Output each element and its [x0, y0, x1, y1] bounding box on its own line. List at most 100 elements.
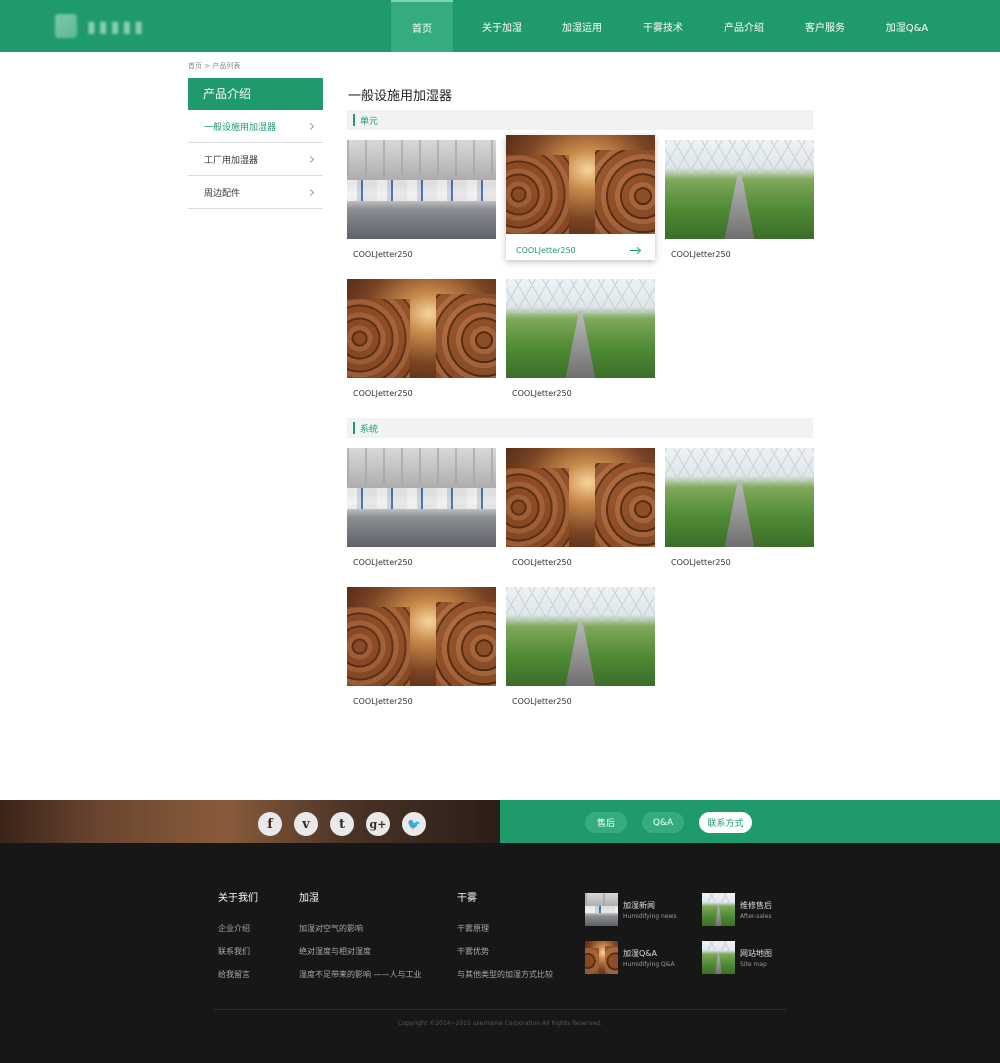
product-card[interactable]: COOLJetter250 — [347, 279, 496, 400]
twitter-icon[interactable]: 🐦 — [402, 812, 426, 836]
product-card[interactable]: COOLJetter250 — [506, 279, 655, 400]
section-accent — [353, 422, 355, 434]
product-name: COOLJetter250 — [353, 697, 413, 706]
footer-link[interactable]: 联系我们 — [218, 946, 258, 957]
footer-info-after-sales[interactable]: 维修售后 After-sales — [702, 893, 772, 926]
google-plus-icon[interactable]: g+ — [366, 812, 390, 836]
sidebar-item-factory-humidifier[interactable]: 工厂用加湿器 — [188, 143, 323, 176]
footer-info-news[interactable]: 加湿新闻 Humidifying news — [585, 893, 677, 926]
product-name: COOLJetter250 — [353, 389, 413, 398]
section-accent — [353, 114, 355, 126]
footer-info-qa[interactable]: 加湿Q&A Humidifying Q&A — [585, 941, 675, 974]
footer-link[interactable]: 绝对湿度与相对湿度 — [299, 946, 422, 957]
footer-column-title: 关于我们 — [218, 893, 258, 904]
sidebar-item-accessories[interactable]: 周边配件 — [188, 176, 323, 209]
contact-button[interactable]: 联系方式 — [699, 812, 752, 833]
product-image — [347, 448, 496, 547]
nav-item-about-humidifying[interactable]: 关于加湿 — [453, 0, 551, 52]
nav-item-applications[interactable]: 加湿运用 — [551, 0, 613, 52]
facebook-icon[interactable]: f — [258, 812, 282, 836]
qa-thumbnail — [585, 941, 618, 974]
logo-wordmark: ▮▮▮▮▮ — [87, 16, 147, 36]
product-image — [506, 279, 655, 378]
footer-column-humidify: 加湿 加湿对空气的影响 绝对湿度与相对湿度 湿度不足带来的影响 ——人与工业 — [299, 889, 422, 992]
section-header-units: 单元 — [347, 110, 813, 130]
product-card[interactable]: COOLJetter250 — [347, 140, 496, 261]
sidebar-menu: 一般设施用加湿器 工厂用加湿器 周边配件 — [188, 110, 323, 209]
product-image — [506, 448, 655, 547]
section-label: 系统 — [360, 425, 379, 435]
product-card[interactable]: COOLJetter250 — [665, 448, 814, 569]
news-thumbnail — [585, 893, 618, 926]
footer-column-title: 干雾 — [457, 893, 477, 904]
product-name: COOLJetter250 — [516, 245, 576, 255]
after-sales-thumbnail — [702, 893, 735, 926]
product-card[interactable]: COOLJetter250 — [665, 140, 814, 261]
nav-item-service[interactable]: 客户服务 — [775, 0, 875, 52]
product-card-hover[interactable]: COOLJetter250 — [506, 135, 655, 260]
top-navigation-bar: ▮▮▮▮▮ 首页 关于加湿 加湿运用 干雾技术 产品介绍 客户服务 加湿Q&A — [0, 0, 1000, 52]
footer-info-sitemap[interactable]: 网站地图 Site map — [702, 941, 772, 974]
sitemap-thumbnail — [702, 941, 735, 974]
footer-link[interactable]: 企业介绍 — [218, 923, 258, 934]
qa-button[interactable]: Q&A — [642, 812, 684, 833]
chevron-right-icon — [306, 122, 315, 130]
site-logo[interactable]: ▮▮▮▮▮ — [55, 12, 215, 40]
tumblr-icon[interactable]: t — [330, 812, 354, 836]
sidebar-item-label: 周边配件 — [204, 188, 241, 199]
breadcrumb[interactable]: 首页 > 产品列表 — [188, 61, 240, 71]
product-card[interactable]: COOLJetter250 — [347, 448, 496, 569]
nav-item-dry-fog[interactable]: 干雾技术 — [613, 0, 713, 52]
arrow-right-icon — [630, 247, 640, 253]
footer-column-about: 关于我们 企业介绍 联系我们 给我留言 — [218, 889, 258, 992]
logo-mark-icon — [55, 14, 77, 38]
footer-column-dry-fog: 干雾 干雾原理 干雾优势 与其他类型的加湿方式比较 — [457, 889, 553, 992]
main-nav: 首页 关于加湿 加湿运用 干雾技术 产品介绍 客户服务 加湿Q&A — [391, 0, 939, 52]
nav-item-home[interactable]: 首页 — [391, 0, 453, 52]
footer-link[interactable]: 给我留言 — [218, 969, 258, 980]
after-sales-button[interactable]: 售后 — [585, 812, 627, 833]
product-card[interactable]: COOLJetter250 — [506, 448, 655, 569]
copyright-text: Copyright ©2014~2015 username Corporatio… — [398, 1020, 602, 1027]
product-name: COOLJetter250 — [512, 697, 572, 706]
sidebar-title: 产品介绍 — [188, 78, 323, 110]
product-name: COOLJetter250 — [671, 558, 731, 567]
product-name: COOLJetter250 — [512, 389, 572, 398]
section-header-systems: 系统 — [347, 418, 813, 438]
footer-info-title: 加湿新闻 — [623, 901, 655, 910]
nav-item-qa[interactable]: 加湿Q&A — [875, 0, 939, 52]
footer-info-subtitle: Humidifying news — [623, 913, 677, 920]
product-name: COOLJetter250 — [512, 558, 572, 567]
footer-info-subtitle: After-sales — [740, 913, 772, 920]
footer-info-title: 网站地图 — [740, 949, 772, 958]
chevron-right-icon — [306, 188, 315, 196]
product-image — [506, 135, 655, 234]
footer-link[interactable]: 干雾优势 — [457, 946, 553, 957]
product-name: COOLJetter250 — [671, 250, 731, 259]
vimeo-icon[interactable]: v — [294, 812, 318, 836]
product-image — [665, 140, 814, 239]
footer-link[interactable]: 湿度不足带来的影响 ——人与工业 — [299, 969, 422, 980]
product-image — [506, 587, 655, 686]
product-image — [347, 587, 496, 686]
footer-link[interactable]: 干雾原理 — [457, 923, 553, 934]
product-name: COOLJetter250 — [353, 250, 413, 259]
footer-link[interactable]: 与其他类型的加湿方式比较 — [457, 969, 553, 980]
footer-link[interactable]: 加湿对空气的影响 — [299, 923, 422, 934]
product-name: COOLJetter250 — [353, 558, 413, 567]
footer-band-buttons: 售后 Q&A 联系方式 — [585, 812, 752, 833]
product-card[interactable]: COOLJetter250 — [347, 587, 496, 708]
product-card[interactable]: COOLJetter250 — [506, 587, 655, 708]
footer-info-title: 加湿Q&A — [623, 949, 658, 958]
sidebar-item-general-humidifier[interactable]: 一般设施用加湿器 — [188, 110, 323, 143]
nav-item-products[interactable]: 产品介绍 — [713, 0, 775, 52]
sidebar-item-label: 工厂用加湿器 — [204, 155, 259, 166]
footer-info-subtitle: Site map — [740, 961, 767, 968]
footer-info-title: 维修售后 — [740, 901, 772, 910]
product-image — [665, 448, 814, 547]
social-links: f v t g+ 🐦 — [258, 812, 426, 836]
sidebar-item-label: 一般设施用加湿器 — [204, 122, 277, 133]
chevron-right-icon — [306, 155, 315, 163]
product-image — [347, 140, 496, 239]
footer-divider — [214, 1009, 786, 1010]
